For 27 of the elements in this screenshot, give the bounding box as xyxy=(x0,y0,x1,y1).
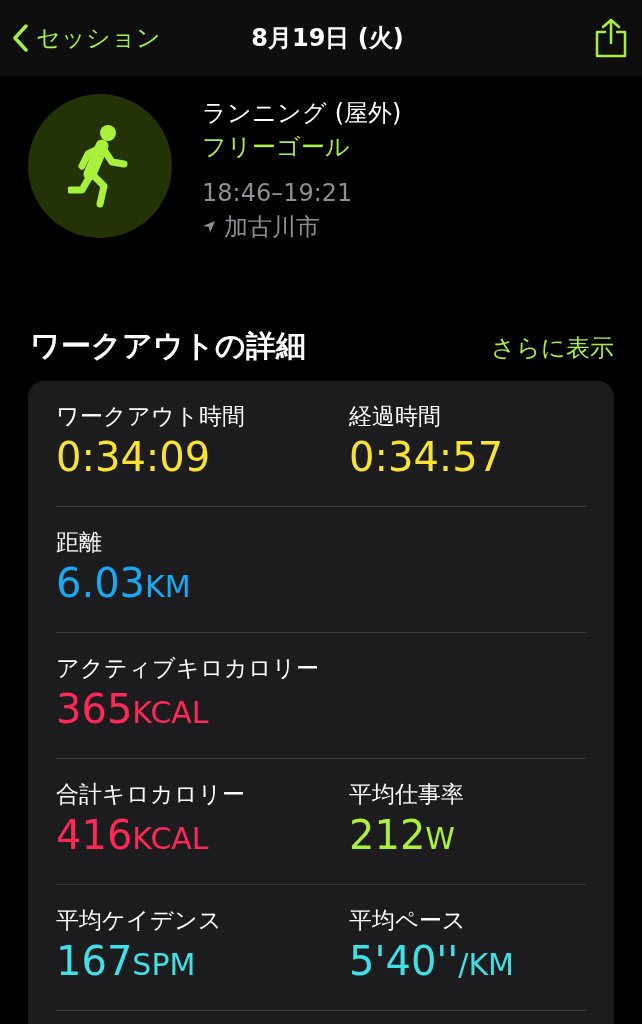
nav-title: 8月19日 (火) xyxy=(250,23,405,54)
share-icon[interactable] xyxy=(594,18,628,58)
metric-label: 距離 xyxy=(56,528,102,557)
location-arrow-icon xyxy=(202,220,216,234)
metric-value: 416KCAL xyxy=(56,811,209,860)
metric-value: 212W xyxy=(349,811,456,860)
back-button[interactable]: セッション xyxy=(12,22,161,54)
metric-label: アクティブキロカロリー xyxy=(56,654,319,683)
workout-type: ランニング (屋外) xyxy=(202,98,402,129)
metric-value: 0:34:57 xyxy=(349,433,504,482)
workout-goal: フリーゴール xyxy=(202,132,351,163)
metric-label: ワークアウト時間 xyxy=(56,402,245,431)
workout-time: 18:46–19:21 xyxy=(202,178,354,209)
metric-value: 5'40''/KM xyxy=(349,937,514,986)
workout-location: 加古川市 xyxy=(224,212,320,243)
chevron-left-icon xyxy=(12,24,28,52)
metric-value: 167SPM xyxy=(56,937,196,986)
metric-value: 0:34:09 xyxy=(56,433,211,482)
metric-label: 平均ペース xyxy=(349,906,466,935)
metric-label: 経過時間 xyxy=(349,402,441,431)
metric-label: 合計キロカロリー xyxy=(56,780,245,809)
metric-value: 6.03KM xyxy=(56,559,191,608)
metric-label: 平均仕事率 xyxy=(349,780,464,809)
metric-label: 平均ケイデンス xyxy=(56,906,222,935)
section-heading: ワークアウトの詳細 xyxy=(30,327,306,365)
metric-value: 365KCAL xyxy=(56,685,209,734)
show-more-link[interactable]: さらに表示 xyxy=(491,332,614,364)
